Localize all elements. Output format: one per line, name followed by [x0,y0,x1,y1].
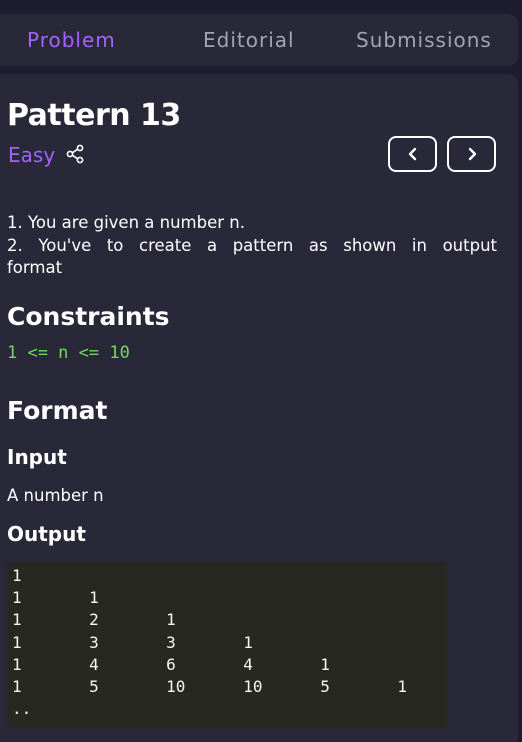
tab-bar: Problem Editorial Submissions [0,14,518,66]
difficulty-badge: Easy [8,143,56,167]
input-heading: Input [7,445,67,469]
code-line: .. [12,699,32,718]
code-line: 1 3 3 1 [12,633,253,652]
tab-problem[interactable]: Problem [27,14,116,66]
constraints-heading: Constraints [7,302,170,331]
code-line: 1 5 10 10 5 1 [12,677,407,696]
code-line: 1 4 6 4 1 [12,655,330,674]
chevron-left-icon [408,147,416,161]
description-line: 1. You are given a number n. [7,213,245,232]
constraints-value: 1 <= n <= 10 [7,343,130,363]
problem-title: Pattern 13 [7,98,181,133]
format-heading: Format [7,396,108,425]
output-heading: Output [7,522,86,546]
code-line: 1 1 [12,588,99,607]
description-line: 2. You've to create a pattern as shown i… [7,236,497,277]
tab-submissions[interactable]: Submissions [356,14,492,66]
problem-panel: Pattern 13 Easy 1. You are given a numbe… [0,74,518,742]
problem-page: Problem Editorial Submissions Pattern 13… [0,0,522,742]
tab-editorial[interactable]: Editorial [203,14,295,66]
code-line: 1 2 1 [12,610,176,629]
previous-problem-button[interactable] [388,136,437,172]
output-code-block: . . 1 1 1 1 2 1 1 3 3 1 1 4 6 4 1 1 5 10… [7,562,447,728]
input-description: A number n [7,486,104,505]
chevron-right-icon [468,147,476,161]
next-problem-button[interactable] [447,136,496,172]
share-icon[interactable] [65,144,85,164]
code-line: 1 [12,566,22,585]
